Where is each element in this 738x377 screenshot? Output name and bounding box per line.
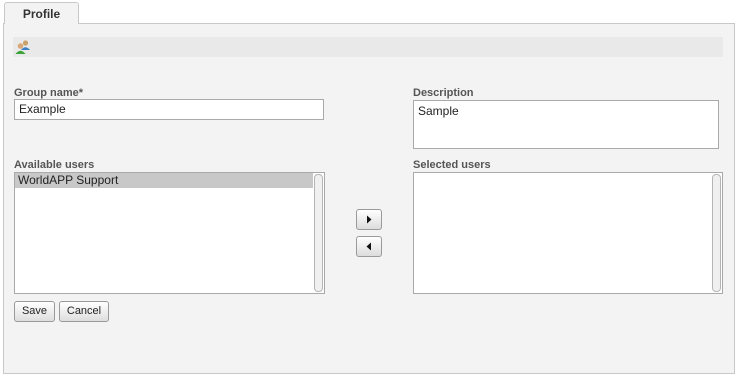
description-label: Description (413, 87, 474, 99)
user-group-icon (15, 39, 31, 55)
toolbar (13, 37, 723, 57)
move-left-button[interactable] (356, 236, 382, 257)
group-name-value: Example (19, 102, 66, 116)
group-name-label: Group name* (14, 87, 84, 99)
save-button[interactable]: Save (14, 301, 55, 322)
selected-users-label: Selected users (413, 159, 491, 171)
available-users-label: Available users (14, 159, 95, 171)
group-name-field[interactable]: Example (14, 99, 324, 120)
arrow-left-icon (366, 242, 371, 251)
tab-profile[interactable]: Profile (4, 2, 79, 24)
selected-users-scrollbar[interactable] (712, 174, 721, 292)
arrow-right-icon (367, 215, 372, 224)
selected-users-list[interactable] (413, 172, 723, 294)
tab-profile-label: Profile (22, 7, 61, 21)
description-value: Sample (418, 104, 459, 118)
description-field[interactable]: Sample (413, 100, 719, 149)
available-users-list[interactable]: WorldAPP Support (14, 172, 325, 294)
available-users-scrollbar[interactable] (314, 174, 323, 292)
move-right-button[interactable] (356, 209, 382, 230)
cancel-button[interactable]: Cancel (59, 301, 109, 322)
list-item[interactable]: WorldAPP Support (15, 173, 313, 188)
